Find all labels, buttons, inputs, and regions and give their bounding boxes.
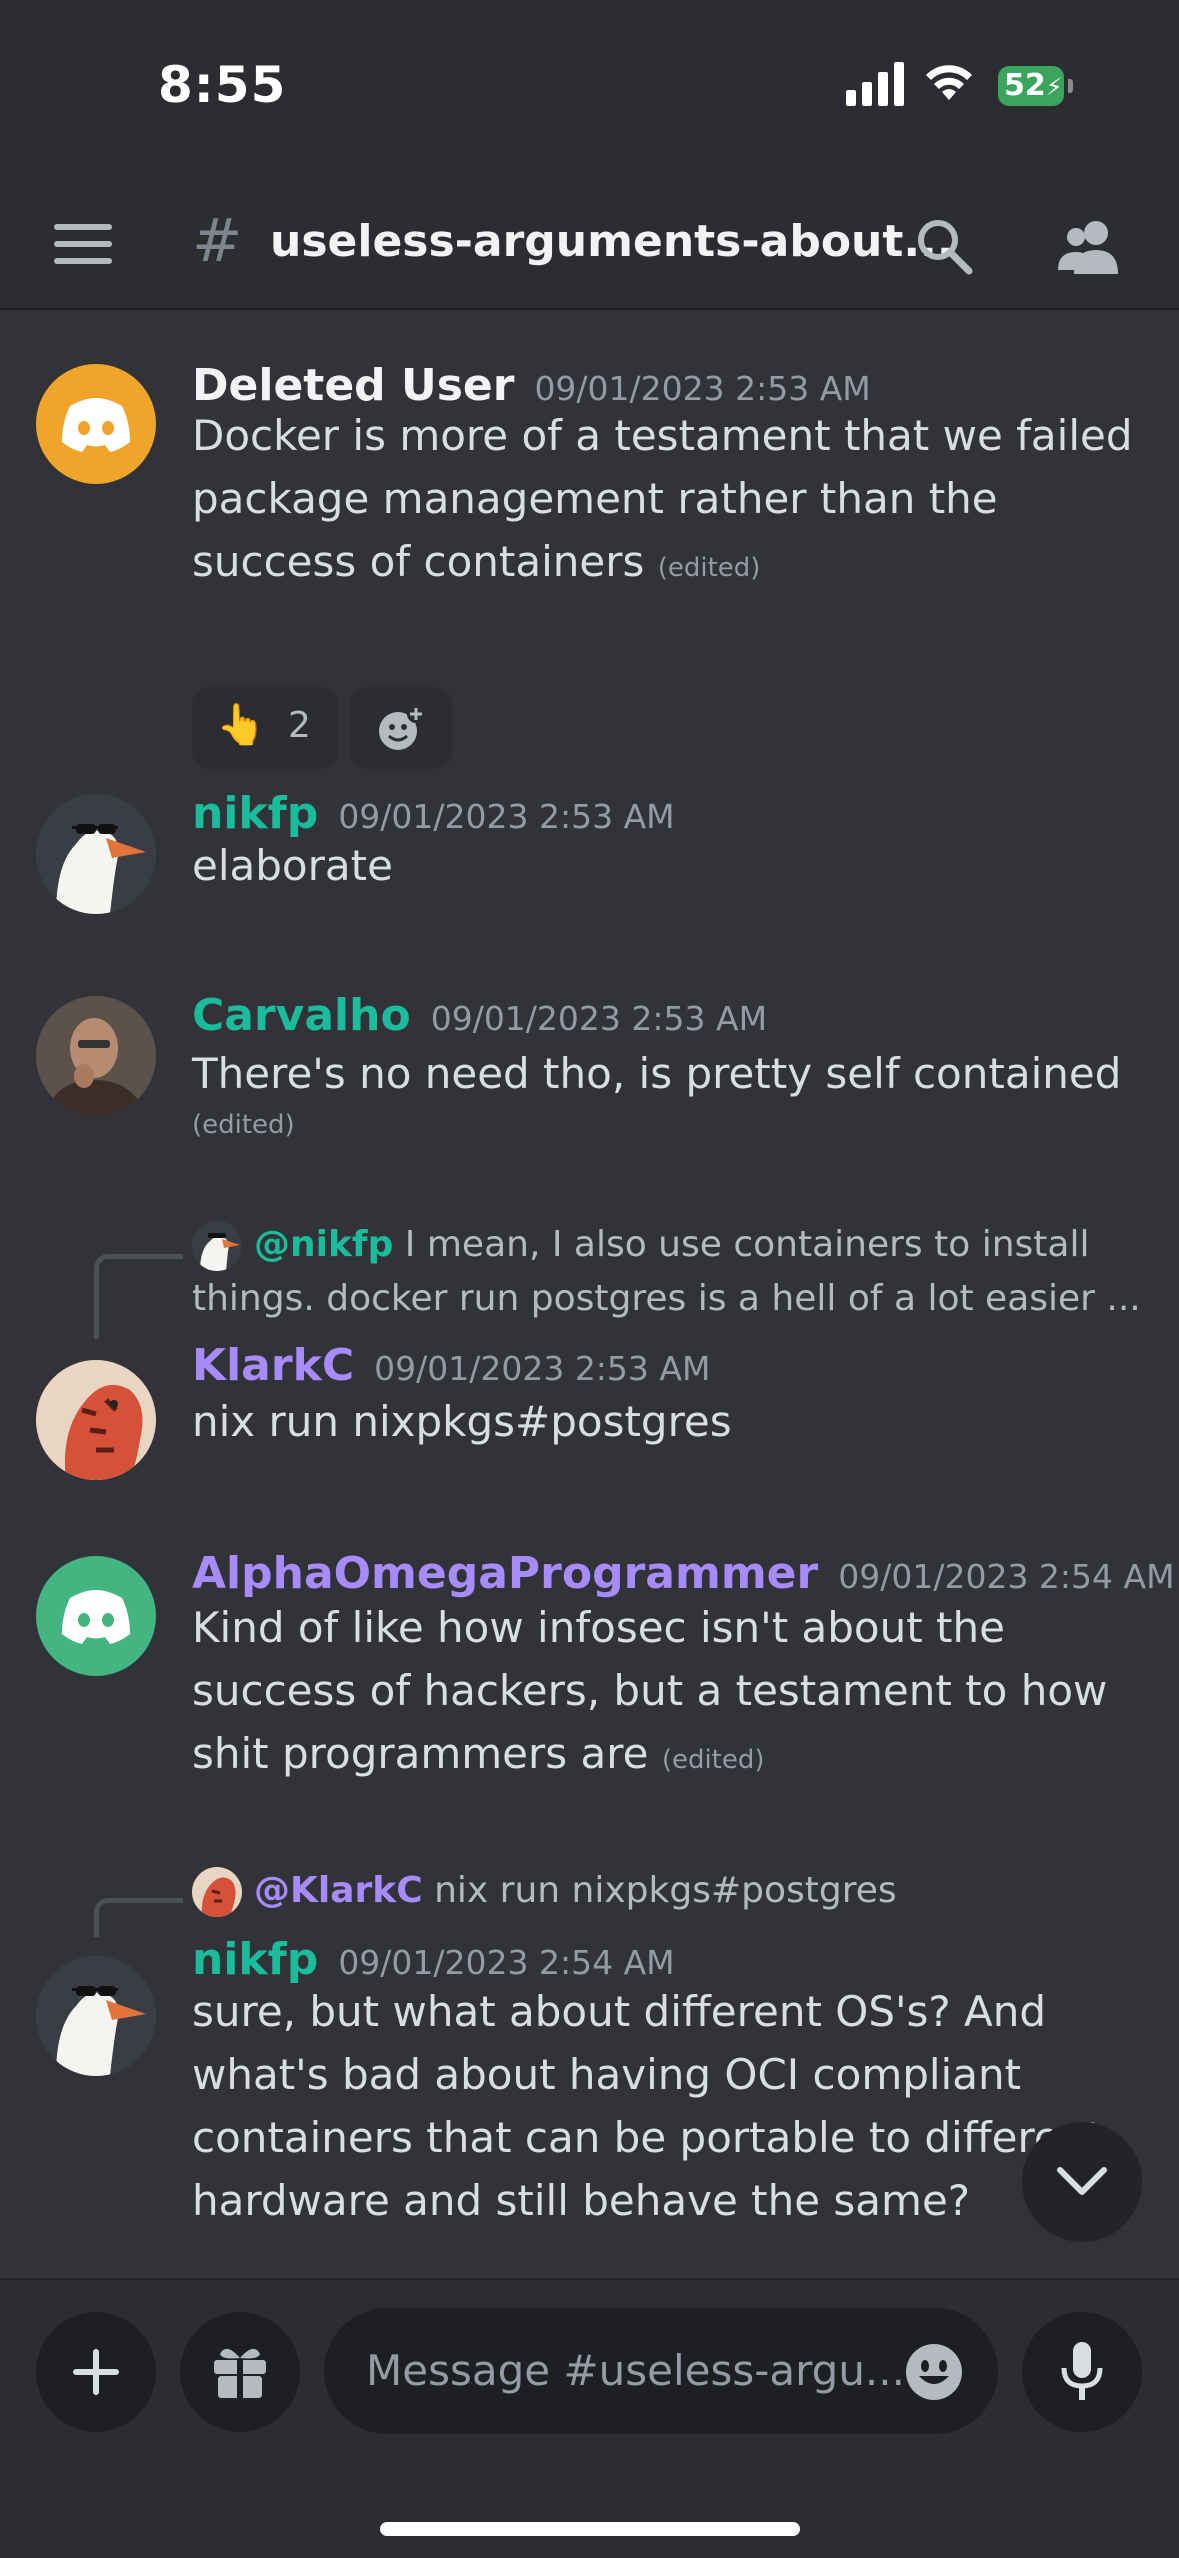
edited-label: (edited) [192,1110,295,1140]
add-reaction-icon [379,705,425,750]
message-text: There's no need tho, is pretty self cont… [192,1042,1152,1175]
avatar[interactable] [36,1556,156,1676]
message-text: elaborate [192,841,393,890]
avatar[interactable] [36,794,156,914]
message-feed[interactable]: Deleted User 09/01/2023 2:53 AM Docker is… [0,310,1179,2278]
add-reaction-button[interactable] [350,687,452,769]
message-text-content: Kind of like how infosec isn't about the… [192,1603,1108,1778]
username[interactable]: nikfp [192,1934,318,1985]
battery-level: 52 [1004,68,1046,103]
username[interactable]: AlphaOmegaProgrammer [192,1548,818,1599]
avatar[interactable] [36,996,156,1116]
home-indicator[interactable] [380,2522,800,2536]
reply-preview[interactable]: @KlarkC nix run nixpkgs#postgres [192,1864,1152,1918]
timestamp: 09/01/2023 2:53 AM [534,369,871,408]
avatar[interactable] [36,1956,156,2076]
chevron-down-icon [1057,2167,1107,2195]
add-attachment-button[interactable] [36,2312,156,2432]
search-icon[interactable] [914,216,974,276]
discord-logo-icon [62,398,130,452]
message-text: nix run nixpkgs#postgres [192,1397,732,1446]
emoji-icon[interactable] [904,2342,964,2402]
reply-text: nix run nixpkgs#postgres [434,1870,897,1911]
timestamp: 09/01/2023 2:53 AM [338,797,675,836]
timestamp: 09/01/2023 2:54 AM [338,1943,675,1982]
timestamp: 09/01/2023 2:54 AM [838,1557,1175,1596]
goose-avatar-icon [36,1956,156,2076]
reply-avatar [192,1867,242,1917]
plus-icon [73,2349,119,2395]
wifi-icon [926,65,972,100]
menu-icon[interactable] [54,224,112,264]
channel-hash-icon: # [192,206,243,276]
status-bar: 8:55 52⚡ [0,0,1179,180]
message-text-content: There's no need tho, is pretty self cont… [192,1049,1122,1098]
username[interactable]: nikfp [192,788,318,839]
message-composer: Message #useless-argu... [0,2278,1179,2558]
discord-logo-icon [62,1590,130,1644]
jump-to-bottom-button[interactable] [1022,2122,1142,2242]
microphone-icon [1061,2342,1103,2400]
status-time: 8:55 [158,56,287,114]
channel-title[interactable]: useless-arguments-about... [270,216,954,267]
username[interactable]: Carvalho [192,990,411,1041]
gift-icon [214,2348,266,2398]
edited-label: (edited) [657,553,761,583]
user-photo-avatar [36,996,156,1116]
reply-spine [94,1898,183,1937]
message-text: Docker is more of a testament that we fa… [192,404,1152,600]
avatar[interactable] [36,1360,156,1480]
reaction-pointing-up[interactable]: 👆 2 [192,687,338,769]
message-input-placeholder: Message #useless-argu... [366,2346,905,2395]
username[interactable]: KlarkC [192,1340,354,1391]
reply-spine [94,1254,183,1339]
battery-icon: 52⚡ [998,66,1073,106]
gift-button[interactable] [180,2312,300,2432]
tiger-avatar-icon [201,1877,236,1917]
goose-avatar-icon [200,1233,240,1271]
timestamp: 09/01/2023 2:53 AM [430,999,768,1038]
reaction-count: 2 [288,705,311,746]
reply-mention[interactable]: @nikfp [254,1224,393,1265]
reply-avatar [192,1221,242,1271]
channel-header: # useless-arguments-about... [0,180,1179,310]
message-text: Kind of like how infosec isn't about the… [192,1596,1152,1792]
reply-preview[interactable]: @nikfp I mean, I also use containers to … [192,1218,1152,1326]
edited-label: (edited) [661,1745,765,1775]
voice-message-button[interactable] [1022,2312,1142,2432]
members-icon[interactable] [1056,216,1122,276]
message-text: sure, but what about different OS's? And… [192,1987,1103,2225]
reply-mention[interactable]: @KlarkC [254,1870,423,1911]
goose-avatar-icon [36,794,156,914]
message-input[interactable]: Message #useless-argu... [324,2308,998,2434]
pointing-up-emoji-icon: 👆 [216,702,266,748]
cellular-signal-icon [846,60,906,106]
avatar[interactable] [36,364,156,484]
timestamp: 09/01/2023 2:53 AM [374,1349,711,1388]
tiger-avatar-icon [36,1360,156,1480]
